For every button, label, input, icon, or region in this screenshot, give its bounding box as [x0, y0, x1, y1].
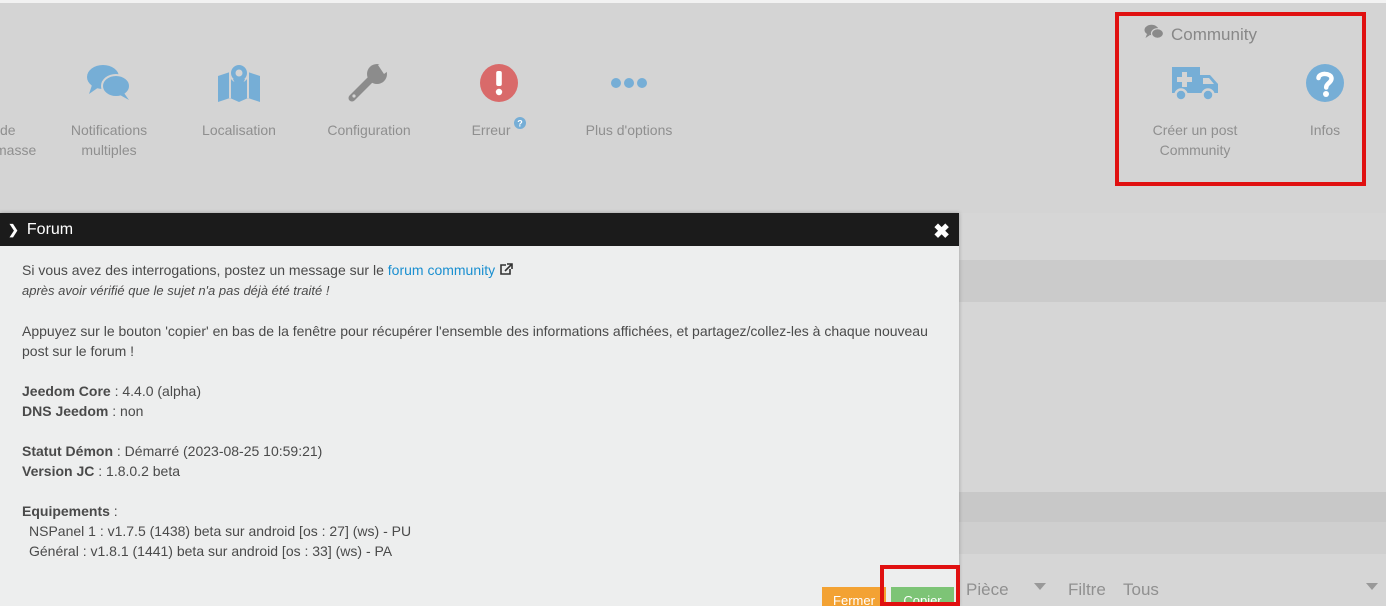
- background-panel: [958, 522, 1386, 554]
- background-panel: [958, 260, 1386, 302]
- ellipsis-icon: [564, 58, 694, 108]
- close-icon[interactable]: ✖: [933, 219, 950, 244]
- daemon-row: Statut Démon : Démarré (2023-08-25 10:59…: [22, 441, 937, 461]
- toolbar-item-label: Notifications: [70, 122, 148, 138]
- toolbar-item-localisation[interactable]: Localisation: [174, 58, 304, 140]
- toolbar-item-erreur[interactable]: Erreur ?: [434, 58, 564, 140]
- info-value: : Démarré (2023-08-25 10:59:21): [113, 443, 323, 459]
- toolbar-item-label: Configuration: [327, 122, 411, 138]
- info-label: Version JC: [22, 463, 95, 479]
- external-link-icon[interactable]: [499, 261, 513, 281]
- modal-body: Si vous avez des interrogations, postez …: [0, 246, 959, 575]
- equipment-item: NSPanel 1 : v1.7.5 (1438) beta sur andro…: [29, 523, 412, 539]
- piece-select[interactable]: Pièce: [966, 580, 1009, 600]
- info-value: : 1.8.0.2 beta: [94, 463, 180, 479]
- info-label: Jeedom Core: [22, 383, 111, 399]
- comments-icon: [44, 58, 174, 108]
- exclamation-circle-icon: [434, 58, 564, 108]
- toolbar-item-more-options[interactable]: Plus d'options: [564, 58, 694, 140]
- equipment-item: Général : v1.8.1 (1441) beta sur android…: [29, 543, 393, 559]
- info-label: Equipements: [22, 503, 110, 519]
- toolbar-item-label: Plus d'options: [585, 122, 673, 138]
- toolbar-item-notifications[interactable]: Notifications multiples: [44, 58, 174, 160]
- help-icon[interactable]: ?: [514, 114, 527, 134]
- jeedom-core-row: Jeedom Core : 4.4.0 (alpha): [22, 381, 937, 401]
- modal-header: ❯ Forum ✖: [0, 213, 959, 246]
- chevron-right-icon: ❯: [8, 221, 19, 237]
- svg-text:?: ?: [518, 119, 524, 129]
- version-row: Version JC : 1.8.0.2 beta: [22, 461, 937, 481]
- dns-row: DNS Jeedom : non: [22, 401, 937, 421]
- info-value: : 4.4.0 (alpha): [110, 383, 201, 399]
- info-value: : non: [108, 403, 144, 419]
- toolbar-item-configuration[interactable]: Configuration: [304, 58, 434, 140]
- toolbar-item-label: Erreur: [471, 122, 511, 138]
- info-label: DNS Jeedom: [22, 403, 109, 419]
- highlight-box-copy: [880, 565, 960, 606]
- instructions-text: post sur le forum !: [22, 343, 135, 359]
- toolbar-item-label: multiples: [81, 142, 137, 158]
- filtre-select[interactable]: Tous: [1123, 580, 1159, 600]
- chevron-down-icon[interactable]: [1034, 583, 1046, 590]
- equipment-header: Equipements :: [22, 501, 937, 521]
- filtre-label: Filtre: [1068, 580, 1106, 599]
- instructions-text: Appuyez sur le bouton 'copier' en bas de…: [22, 323, 928, 339]
- background-panel: [958, 492, 1386, 522]
- close-button[interactable]: Fermer: [822, 587, 886, 606]
- map-marker-icon: [174, 58, 304, 108]
- info-label: Statut Démon: [22, 443, 113, 459]
- intro-text: Si vous avez des interrogations, postez …: [22, 262, 384, 278]
- wrench-icon: [304, 58, 434, 108]
- toolbar-item-label: Localisation: [202, 122, 276, 138]
- chevron-down-icon[interactable]: [1366, 583, 1378, 590]
- highlight-box-community: [1115, 12, 1366, 186]
- forum-community-link[interactable]: forum community: [388, 262, 495, 278]
- info-separator: :: [109, 503, 118, 519]
- filter-bar: Pièce Filtre Tous: [958, 570, 1386, 606]
- intro-note: après avoir vérifié que le sujet n'a pas…: [22, 283, 330, 298]
- forum-modal: ❯ Forum ✖ Si vous avez des interrogation…: [0, 213, 959, 606]
- modal-title: Forum: [26, 220, 74, 238]
